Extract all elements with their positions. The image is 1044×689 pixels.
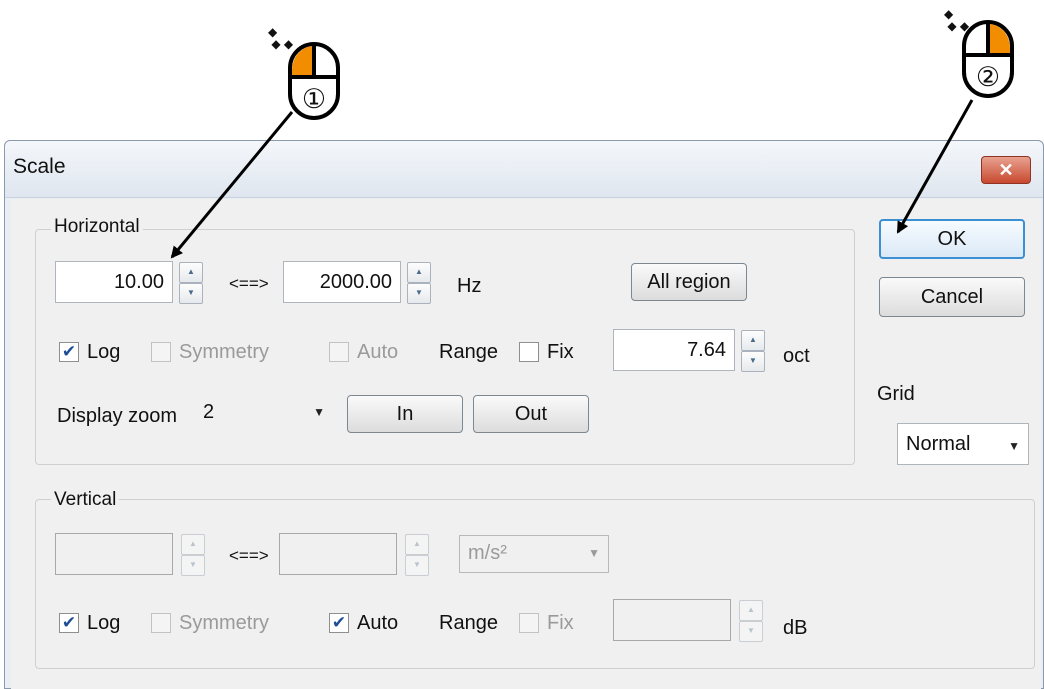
click-sparkle-icon: ◆ ◆ ◆ — [944, 7, 970, 33]
arrow-to-ok-button — [896, 99, 974, 234]
annotation-arrows — [170, 99, 974, 259]
click-sparkle-icon: ◆ ◆ ◆ — [268, 25, 294, 51]
step-2-label: ② — [975, 62, 1001, 92]
arrow-to-from-field — [170, 111, 294, 259]
step-1-label: ① — [301, 84, 327, 114]
